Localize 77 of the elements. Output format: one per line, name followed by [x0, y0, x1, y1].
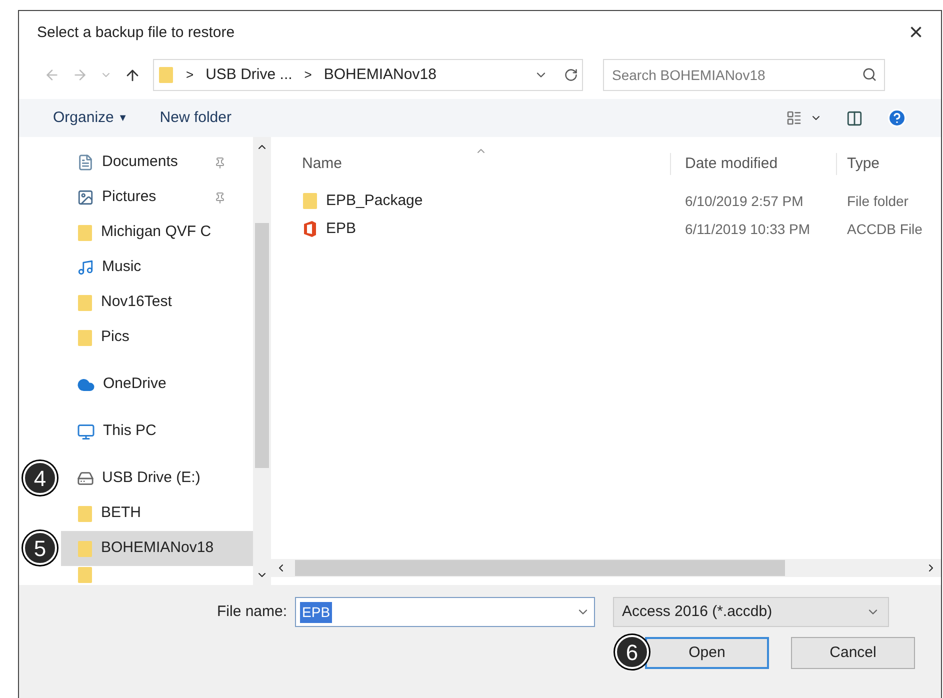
window-title: Select a backup file to restore — [37, 22, 235, 43]
column-header[interactable]: Date modified — [670, 152, 836, 176]
sidebar-label: Documents — [102, 152, 178, 172]
scrollbar-thumb[interactable] — [255, 223, 269, 468]
file-type-dropdown[interactable]: Access 2016 (*.accdb) — [613, 597, 890, 627]
help-icon[interactable] — [887, 108, 907, 128]
address-bar[interactable]: > USB Drive ... > BOHEMIANov18 — [153, 59, 583, 91]
sidebar-item[interactable]: Pics — [61, 320, 253, 355]
file-name-field[interactable]: EPB — [295, 597, 596, 627]
folder-icon — [77, 224, 93, 242]
sidebar-label: Music — [102, 257, 142, 278]
horizontal-scrollbar[interactable] — [271, 559, 941, 577]
path-segment[interactable]: BOHEMIANov18 — [324, 64, 436, 86]
sidebar-label: Pics — [101, 327, 130, 348]
sidebar-item[interactable]: Pictures — [61, 180, 253, 215]
sidebar-label: Nov16Test — [101, 292, 172, 312]
file-row[interactable]: EPB 6/11/2019 10:33 PM ACCDB File — [287, 215, 941, 243]
folder-icon — [77, 566, 93, 584]
dialog-button[interactable]: Cancel — [791, 637, 915, 669]
music-note-icon — [77, 259, 94, 276]
organize-button[interactable]: Organize ▼ — [53, 106, 128, 130]
office-file-icon — [302, 220, 318, 238]
search-icon — [862, 67, 877, 82]
type-cell-text: ACCDB File — [846, 220, 922, 238]
sidebar-label: BETH — [101, 503, 142, 524]
sidebar-label: OneDrive — [103, 374, 166, 394]
vertical-scrollbar[interactable] — [253, 137, 271, 585]
file-type-value: Access 2016 (*.accdb) — [622, 602, 772, 622]
date-cell-text: 6/10/2019 2:57 PM — [684, 192, 804, 210]
document-icon — [77, 154, 94, 171]
search-field[interactable]: Search BOHEMIANov18 — [603, 59, 885, 91]
sidebar-item[interactable]: OneDrive — [61, 367, 253, 402]
folder-icon — [77, 540, 93, 558]
monitor-icon — [77, 422, 95, 440]
sidebar-item[interactable]: Documents — [61, 145, 253, 180]
file-name: EPB — [326, 218, 356, 239]
preview-pane-icon[interactable] — [846, 110, 863, 126]
path-separator: > — [303, 66, 313, 84]
sidebar-label: This PC — [103, 421, 156, 442]
sidebar-label: USB Drive (E:) — [102, 468, 200, 488]
dialog-button[interactable]: Open — [645, 637, 769, 669]
sidebar-label: Michigan QVF C — [101, 222, 212, 242]
sidebar-item[interactable]: This PC — [61, 414, 253, 449]
sidebar-item[interactable]: BETH — [61, 496, 253, 531]
type-cell-text: File folder — [846, 192, 908, 210]
drive-icon — [77, 470, 94, 487]
file-name-value: EPB — [300, 602, 332, 622]
scrollbar-thumb[interactable] — [295, 560, 785, 576]
file-name-label: File name: — [217, 602, 288, 622]
sidebar-item[interactable]: Nov16Test — [61, 285, 253, 320]
column-header[interactable]: Type — [836, 152, 880, 176]
folder-icon — [77, 504, 93, 522]
column-header[interactable]: Name — [287, 152, 670, 176]
new-folder-button[interactable]: New folder — [160, 106, 232, 130]
step-callout: 4 — [23, 461, 57, 495]
sidebar-label: BOHEMIANov18 — [101, 538, 214, 558]
path-segment[interactable]: USB Drive ... — [206, 64, 292, 86]
folder-icon — [302, 192, 318, 210]
view-options-icon[interactable] — [786, 110, 802, 126]
caret-icon: ▼ — [118, 110, 128, 126]
step-callout: 5 — [23, 531, 57, 565]
step-callout: 6 — [615, 635, 649, 669]
path-separator: > — [185, 66, 195, 84]
folder-icon — [77, 294, 93, 312]
sidebar-item[interactable]: BOHEMIANov18 — [61, 531, 253, 566]
file-name: EPB_Package — [326, 190, 423, 211]
close-button[interactable]: × — [908, 21, 923, 45]
folder-icon — [158, 66, 174, 84]
date-cell-text: 6/11/2019 10:33 PM — [684, 220, 812, 238]
sidebar-item[interactable]: Michigan QVF C — [61, 215, 253, 250]
sidebar-label: Pictures — [102, 187, 156, 208]
sidebar-item[interactable]: USB Drive (E:) — [61, 461, 253, 496]
folder-icon — [77, 328, 93, 346]
picture-icon — [77, 189, 94, 206]
file-row[interactable]: EPB_Package 6/10/2019 2:57 PM File folder — [287, 187, 941, 215]
sidebar-item[interactable]: Music — [61, 250, 253, 285]
refresh-icon[interactable] — [564, 68, 578, 82]
